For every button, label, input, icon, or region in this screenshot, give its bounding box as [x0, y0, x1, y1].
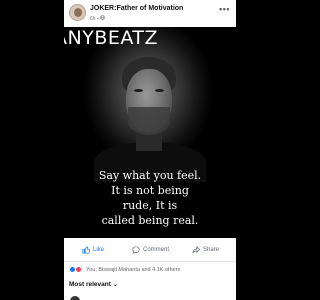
- portrait-eye-right: [155, 89, 164, 92]
- reactions-text: You, Biswajit Mahanta and 4.1K others: [86, 266, 181, 273]
- like-label: Like: [93, 247, 105, 253]
- quote-text: Say what you feel. It is not being rude,…: [64, 168, 236, 228]
- post-screen: JOKER:Father of Motivation 6h • ••• ANYB…: [64, 0, 236, 300]
- post-actions-bar: Like Comment Share: [64, 238, 236, 262]
- quote-line: It is not being: [111, 184, 189, 197]
- post-time: 6h •: [90, 16, 101, 22]
- portrait-beard: [128, 107, 170, 135]
- comment-icon: [132, 246, 140, 254]
- post-header: JOKER:Father of Motivation 6h • •••: [64, 0, 236, 27]
- globe-icon: [100, 15, 105, 20]
- sort-label: Most relevant: [69, 281, 111, 288]
- share-button[interactable]: Share: [192, 246, 219, 254]
- like-button[interactable]: Like: [82, 246, 104, 254]
- more-options-icon[interactable]: •••: [219, 4, 230, 14]
- post-image[interactable]: ANYBEATZ Say what you feel. It is not be…: [64, 27, 236, 238]
- quote-line: Say what you feel.: [98, 169, 202, 182]
- post-meta: 6h •: [90, 15, 105, 22]
- love-reaction-icon: [75, 266, 82, 273]
- comment-avatar[interactable]: [70, 296, 80, 300]
- portrait-eye-left: [134, 89, 143, 92]
- share-icon: [192, 246, 200, 254]
- thumbs-up-icon: [82, 246, 90, 254]
- comment-label: Comment: [143, 247, 170, 253]
- quote-line: rude, It is: [122, 199, 178, 212]
- page-avatar[interactable]: [69, 4, 86, 21]
- comments-sort-dropdown[interactable]: Most relevant ⌄: [69, 281, 118, 288]
- watermark-text: ANYBEATZ: [64, 27, 159, 49]
- comment-button[interactable]: Comment: [132, 246, 169, 254]
- quote-line: called being real.: [101, 214, 199, 227]
- share-label: Share: [203, 247, 220, 253]
- chevron-down-icon: ⌄: [112, 282, 118, 288]
- page-name[interactable]: JOKER:Father of Motivation: [90, 5, 183, 12]
- reactions-summary[interactable]: You, Biswajit Mahanta and 4.1K others: [69, 265, 180, 274]
